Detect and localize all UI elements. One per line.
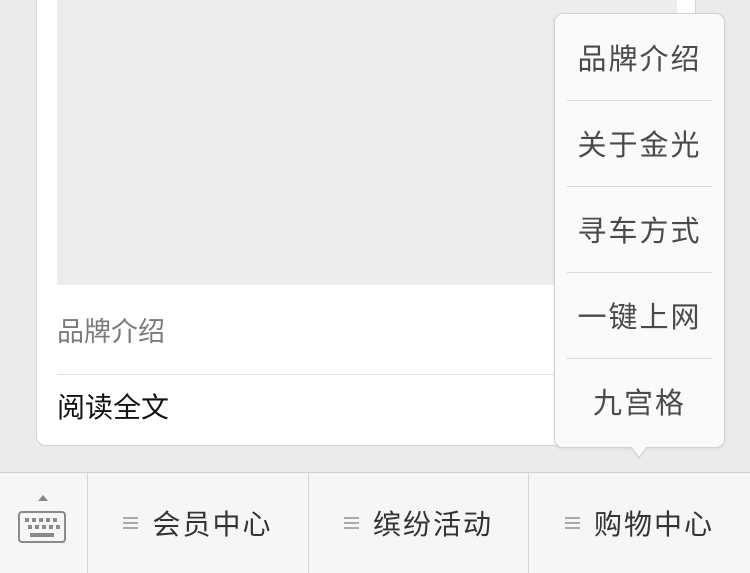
- article-title: 品牌介绍: [57, 317, 165, 348]
- submenu-item-about[interactable]: 关于金光: [555, 100, 724, 186]
- keyboard-icon: [18, 511, 66, 543]
- read-more-link[interactable]: 阅读全文: [57, 389, 169, 427]
- tab-label: 会员中心: [152, 508, 273, 541]
- tab-activities[interactable]: 缤纷活动: [308, 473, 528, 573]
- hamburger-icon: [564, 516, 580, 530]
- tab-label: 缤纷活动: [372, 508, 493, 541]
- submenu-item-find-car[interactable]: 寻车方式: [555, 186, 724, 272]
- keyboard-toggle-button[interactable]: [0, 473, 87, 573]
- popup-pointer-fill: [631, 446, 647, 457]
- hamburger-icon: [123, 516, 139, 530]
- bottom-menu-bar: 会员中心 缤纷活动 购物中心: [0, 472, 750, 573]
- caret-up-icon: [38, 495, 48, 501]
- tab-member-center[interactable]: 会员中心: [87, 473, 308, 573]
- tab-shopping-center[interactable]: 购物中心: [528, 473, 750, 573]
- submenu-item-wifi[interactable]: 一键上网: [555, 272, 724, 358]
- tab-label: 购物中心: [593, 508, 714, 541]
- submenu-item-grid[interactable]: 九宫格: [555, 358, 724, 444]
- submenu-item-brand-intro[interactable]: 品牌介绍: [555, 14, 724, 100]
- hamburger-icon: [343, 516, 359, 530]
- submenu-popup: 品牌介绍 关于金光 寻车方式 一键上网 九宫格: [554, 13, 725, 448]
